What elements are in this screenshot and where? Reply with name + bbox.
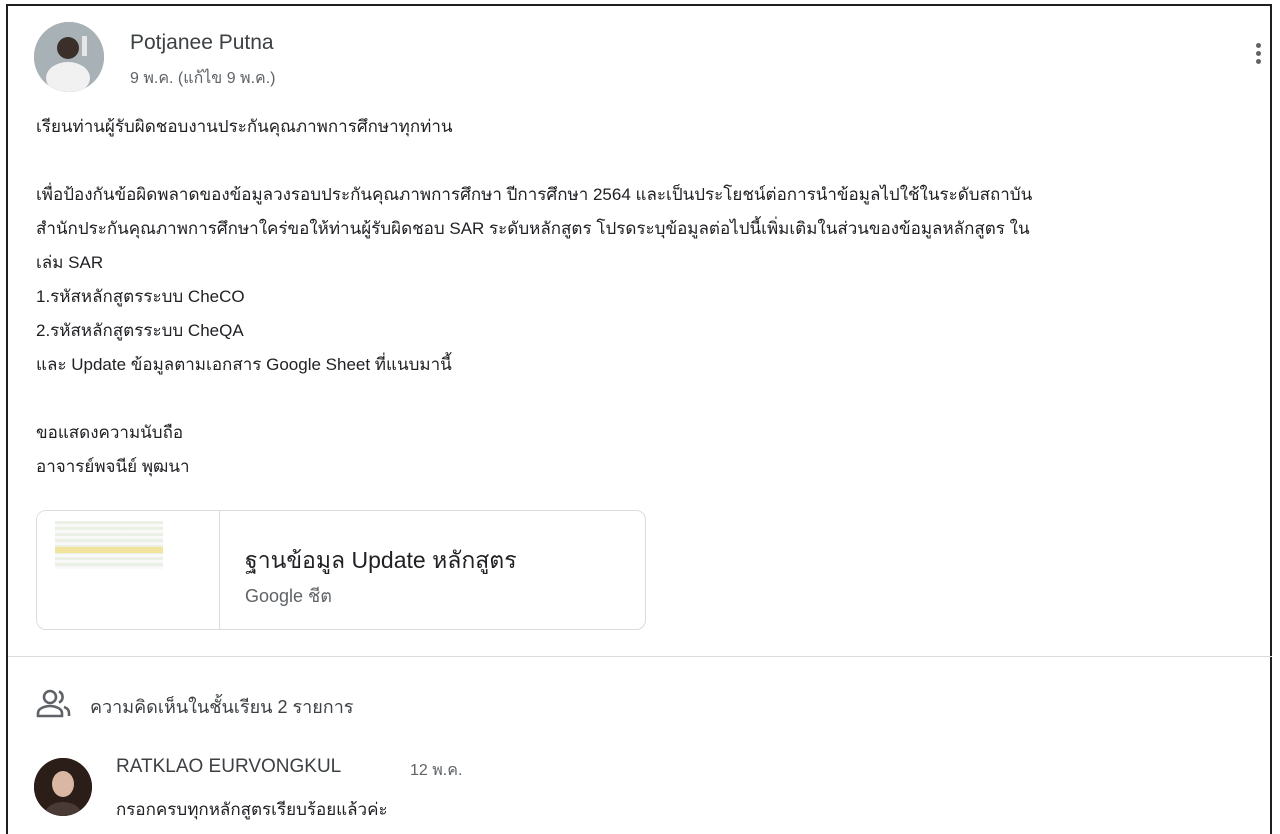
post-signature: อาจารย์พจนีย์ พุฒนา <box>36 457 190 476</box>
author-name[interactable]: Potjanee Putna <box>130 31 274 55</box>
post-line: เล่ม SAR <box>36 253 104 272</box>
post-body: เรียนท่านผู้รับผิดชอบงานประกันคุณภาพการศ… <box>36 110 1266 484</box>
author-avatar[interactable] <box>34 22 104 92</box>
divider <box>8 656 1272 657</box>
post-card: Potjanee Putna 9 พ.ค. (แก้ไข 9 พ.ค.) เรี… <box>6 4 1272 834</box>
post-closing: ขอแสดงความนับถือ <box>36 423 184 442</box>
comment-text: กรอกครบทุกหลักสูตรเรียบร้อยแล้วค่ะ <box>116 800 388 819</box>
comment-date: 12 พ.ค. <box>410 762 463 779</box>
post-line: สำนักประกันคุณภาพการศึกษาใคร่ขอให้ท่านผู… <box>36 219 1030 238</box>
post-line: เพื่อป้องกันข้อผิดพลาดของข้อมูลวงรอบประก… <box>36 185 1033 204</box>
attachment-title: ฐานข้อมูล Update หลักสูตร <box>245 547 517 573</box>
class-comments-label[interactable]: ความคิดเห็นในชั้นเรียน 2 รายการ <box>90 692 353 721</box>
post-line: 1.รหัสหลักสูตรระบบ CheCO <box>36 287 245 306</box>
post-date: 9 พ.ค. (แก้ไข 9 พ.ค.) <box>130 70 276 87</box>
people-icon <box>36 689 71 718</box>
attachment-type: Google ชีต <box>245 586 332 606</box>
post-greeting: เรียนท่านผู้รับผิดชอบงานประกันคุณภาพการศ… <box>36 117 453 136</box>
more-vert-icon[interactable] <box>1246 40 1270 76</box>
post-line: และ Update ข้อมูลตามเอกสาร Google Sheet … <box>36 355 452 374</box>
attachment-card[interactable]: ฐานข้อมูล Update หลักสูตร Google ชีต <box>36 510 646 630</box>
commenter-avatar[interactable] <box>34 758 92 816</box>
commenter-name[interactable]: RATKLAO EURVONGKUL <box>116 756 341 778</box>
post-line: 2.รหัสหลักสูตรระบบ CheQA <box>36 321 244 340</box>
sheet-thumbnail <box>37 511 220 629</box>
